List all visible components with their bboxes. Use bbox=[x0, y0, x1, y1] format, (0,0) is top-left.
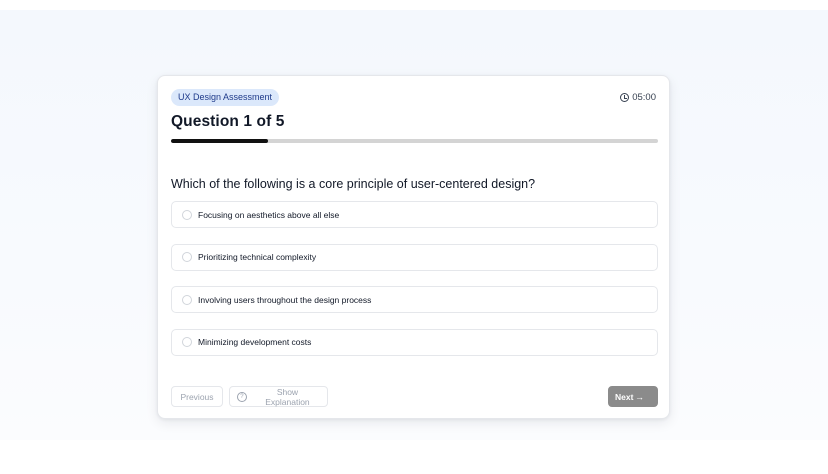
next-button[interactable]: Next → bbox=[608, 386, 658, 407]
option-label: Prioritizing technical complexity bbox=[198, 252, 317, 262]
radio-button[interactable] bbox=[182, 294, 192, 305]
help-circle-icon: ? bbox=[237, 391, 247, 402]
timer: 05:00 bbox=[620, 92, 656, 103]
answer-option[interactable]: Minimizing development costs bbox=[171, 328, 658, 356]
progress-fill bbox=[171, 139, 269, 143]
show-explanation-label: Show Explanation bbox=[265, 386, 310, 407]
radio-button[interactable] bbox=[182, 209, 192, 220]
category-badge: UX Design Assessment bbox=[171, 89, 280, 106]
answer-options: Focusing on aesthetics above all else Pr… bbox=[171, 201, 658, 371]
answer-option[interactable]: Prioritizing technical complexity bbox=[171, 243, 658, 271]
page-background: UX Design Assessment 05:00 Question 1 of… bbox=[0, 10, 828, 440]
previous-button[interactable]: Previous bbox=[171, 386, 223, 407]
radio-button[interactable] bbox=[182, 337, 192, 347]
show-explanation-button[interactable]: ? Show Explanation bbox=[229, 386, 328, 407]
option-label: Minimizing development costs bbox=[198, 337, 312, 347]
progress-bar bbox=[171, 139, 658, 143]
quiz-footer: Previous ? Show Explanation Next → bbox=[171, 386, 658, 407]
answer-option[interactable]: Involving users throughout the design pr… bbox=[171, 286, 658, 313]
radio-button[interactable] bbox=[182, 252, 192, 262]
answer-option[interactable]: Focusing on aesthetics above all else bbox=[171, 201, 658, 228]
clock-icon bbox=[620, 93, 630, 102]
arrow-right-icon: → bbox=[635, 391, 644, 402]
question-prompt: Which of the following is a core princip… bbox=[171, 177, 536, 191]
quiz-card: UX Design Assessment 05:00 Question 1 of… bbox=[157, 75, 670, 419]
timer-value: 05:00 bbox=[632, 92, 656, 103]
question-title: Question 1 of 5 bbox=[171, 113, 285, 130]
next-label: Next bbox=[615, 391, 634, 402]
option-label: Involving users throughout the design pr… bbox=[198, 294, 372, 305]
option-label: Focusing on aesthetics above all else bbox=[198, 209, 340, 220]
